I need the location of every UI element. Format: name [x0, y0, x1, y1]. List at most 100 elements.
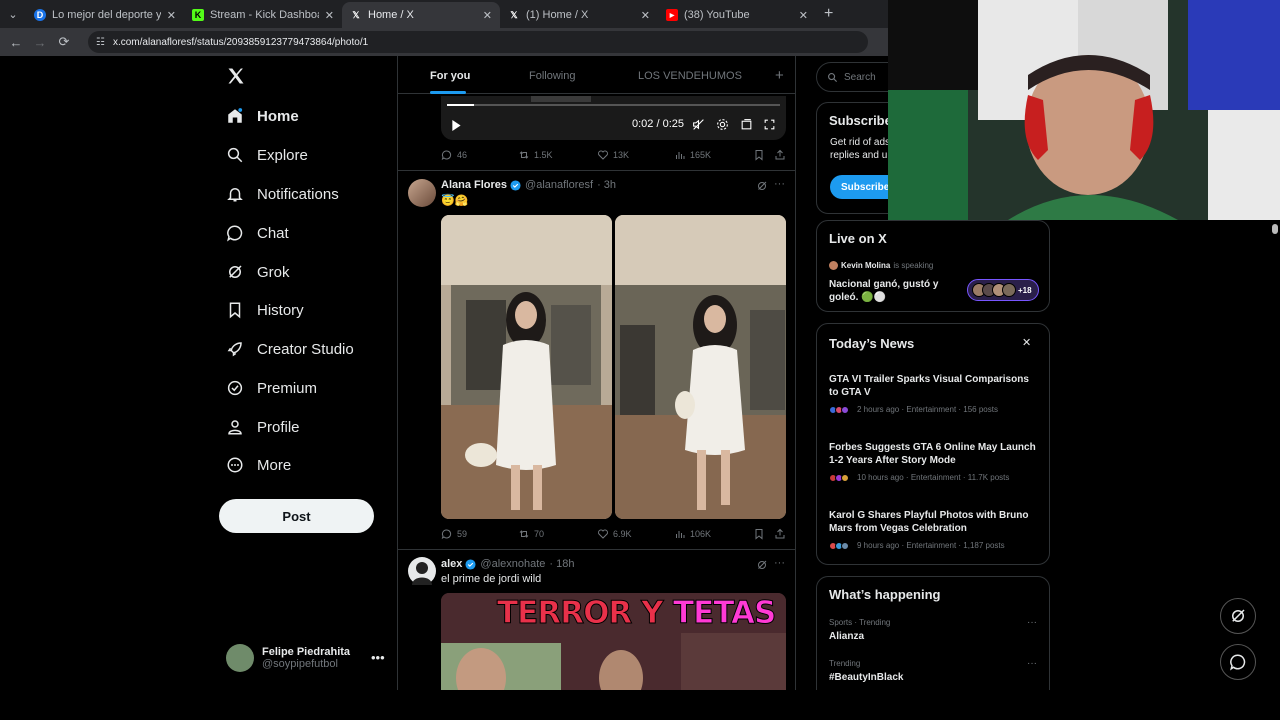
repost-icon [519, 530, 529, 538]
author-handle[interactable]: @alanafloresf [525, 179, 593, 191]
site-info-icon[interactable]: ☷ [96, 37, 105, 48]
repost-button[interactable]: 1.5K [518, 149, 553, 161]
avatar-silhouette-icon [412, 562, 432, 585]
news-headline[interactable]: Karol G Shares Playful Photos with Bruno… [829, 509, 1041, 535]
bookmark-icon[interactable] [753, 528, 765, 540]
tab-following[interactable]: Following [529, 70, 575, 82]
video-frame-fragment [531, 96, 591, 102]
trend-topic[interactable]: #BeautyInBlack [829, 672, 903, 683]
video-scrubber[interactable] [447, 104, 780, 106]
author-handle[interactable]: @alexnohate [480, 558, 545, 570]
close-tab-icon[interactable]: ✕ [799, 9, 808, 22]
author-name[interactable]: alex [441, 558, 462, 570]
messages-fab-button[interactable] [1220, 644, 1256, 680]
play-icon[interactable] [451, 120, 461, 131]
more-dots-icon[interactable]: ··· [774, 557, 785, 569]
bottom-strip [0, 690, 1280, 720]
close-icon[interactable]: ✕ [1022, 336, 1031, 349]
live-host[interactable]: Kevin Molina is speaking [829, 261, 933, 270]
sidebar-item-creator-studio[interactable]: Creator Studio [226, 337, 354, 361]
author-name[interactable]: Alana Flores [441, 179, 507, 191]
sidebar-item-history[interactable]: History [226, 298, 304, 322]
active-tab-indicator [430, 91, 466, 94]
tab-for-you[interactable]: For you [430, 70, 470, 82]
card-title: What’s happening [829, 587, 941, 602]
close-tab-icon[interactable]: ✕ [641, 9, 650, 22]
sidebar-item-profile[interactable]: Profile [226, 415, 300, 439]
fullscreen-icon[interactable] [763, 118, 776, 131]
close-tab-icon[interactable]: ✕ [167, 9, 176, 22]
more-dots-icon[interactable]: ··· [1027, 617, 1037, 628]
tweet-text: el prime de jordi wild [441, 573, 542, 585]
reply-button[interactable]: 59 [441, 528, 467, 540]
sidebar-item-home[interactable]: Home [226, 104, 299, 128]
trend-topic[interactable]: Alianza [829, 631, 864, 642]
reload-icon[interactable]: ⟳ [52, 34, 76, 50]
host-name: Kevin Molina [841, 261, 891, 270]
x-favicon-icon: 𝕏 [510, 9, 518, 20]
sidebar-item-notifications[interactable]: Notifications [226, 182, 339, 206]
sidebar-item-grok[interactable]: Grok [226, 260, 290, 284]
bookmark-icon[interactable] [753, 149, 765, 161]
scrollbar[interactable] [1271, 220, 1280, 690]
post-button[interactable]: Post [219, 499, 374, 533]
account-switcher[interactable]: Felipe Piedrahita @soypipefutbol ••• [226, 644, 386, 672]
mute-icon[interactable] [692, 118, 705, 131]
back-arrow-icon[interactable]: ← [4, 35, 28, 50]
reply-button[interactable]: 46 [441, 149, 467, 161]
avatar[interactable] [408, 557, 436, 585]
browser-tab[interactable]: D Lo mejor del deporte y el entre ✕ [26, 2, 184, 28]
video-player[interactable]: 0:02 / 0:25 [441, 96, 786, 140]
add-tab-plus-icon[interactable]: + [775, 67, 784, 84]
close-tab-icon[interactable]: ✕ [483, 9, 492, 22]
news-headline[interactable]: GTA VI Trailer Sparks Visual Comparisons… [829, 373, 1041, 399]
x-logo-icon[interactable] [226, 66, 246, 86]
live-topic[interactable]: Nacional ganó, gustó y goleó. 🟢⚪ [829, 278, 959, 304]
views-button[interactable]: 106K [674, 528, 711, 540]
like-button[interactable]: 13K [597, 149, 629, 161]
views-button[interactable]: 165K [674, 149, 711, 161]
sidebar-item-more[interactable]: More [226, 453, 291, 477]
browser-tab[interactable]: K Stream - Kick Dashboard ✕ [184, 2, 342, 28]
tab-search-chevron-icon[interactable]: ⌄ [0, 0, 26, 28]
url-field[interactable]: ☷ x.com/alanafloresf/status/209385912377… [88, 31, 868, 53]
grok-fab-button[interactable] [1220, 598, 1256, 634]
avatar[interactable] [408, 179, 436, 207]
more-dots-icon[interactable]: ··· [774, 178, 785, 190]
divider [398, 549, 795, 550]
tweet-time[interactable]: · 18h [549, 558, 574, 570]
repost-icon [519, 151, 529, 159]
settings-gear-icon[interactable] [716, 118, 729, 131]
tweet-photo[interactable] [441, 215, 612, 519]
repost-button[interactable]: 70 [518, 528, 544, 540]
like-button[interactable]: 6.9K [597, 528, 632, 540]
sidebar-item-chat[interactable]: Chat [226, 221, 289, 245]
host-status: is speaking [893, 261, 934, 270]
live-listeners-pill[interactable]: +18 [967, 279, 1039, 301]
tweet-photo[interactable] [615, 215, 786, 519]
grok-explain-icon[interactable] [756, 180, 768, 192]
tweet-time[interactable]: · 3h [597, 179, 616, 191]
news-meta: 10 hours ago · Entertainment · 11.7K pos… [829, 473, 1009, 482]
tab-list[interactable]: LOS VENDEHUMOS [638, 70, 742, 82]
close-tab-icon[interactable]: ✕ [325, 9, 334, 22]
share-icon[interactable] [774, 528, 786, 540]
sidebar-item-label: Chat [257, 224, 289, 242]
tweet-media[interactable]: TERROR Y TETAS [441, 593, 786, 690]
more-dots-icon[interactable]: ••• [371, 650, 385, 665]
pip-icon[interactable] [740, 118, 753, 131]
tab-title: Home / X [368, 9, 414, 21]
more-dots-icon[interactable]: ··· [1027, 658, 1037, 669]
browser-tab[interactable]: ▶ (38) YouTube ✕ [658, 2, 816, 28]
share-icon[interactable] [774, 149, 786, 161]
browser-tab[interactable]: 𝕏 (1) Home / X ✕ [500, 2, 658, 28]
sidebar-item-explore[interactable]: Explore [226, 143, 308, 167]
browser-tab-active[interactable]: 𝕏 Home / X ✕ [342, 2, 500, 28]
new-tab-button[interactable]: + [824, 5, 833, 23]
scroll-thumb[interactable] [1272, 224, 1278, 234]
sidebar-item-premium[interactable]: Premium [226, 376, 317, 400]
trend-context: Sports · Trending [829, 618, 891, 627]
news-headline[interactable]: Forbes Suggests GTA 6 Online May Launch … [829, 441, 1041, 467]
grok-explain-icon[interactable] [756, 559, 768, 571]
forward-arrow-icon[interactable]: → [28, 35, 52, 50]
